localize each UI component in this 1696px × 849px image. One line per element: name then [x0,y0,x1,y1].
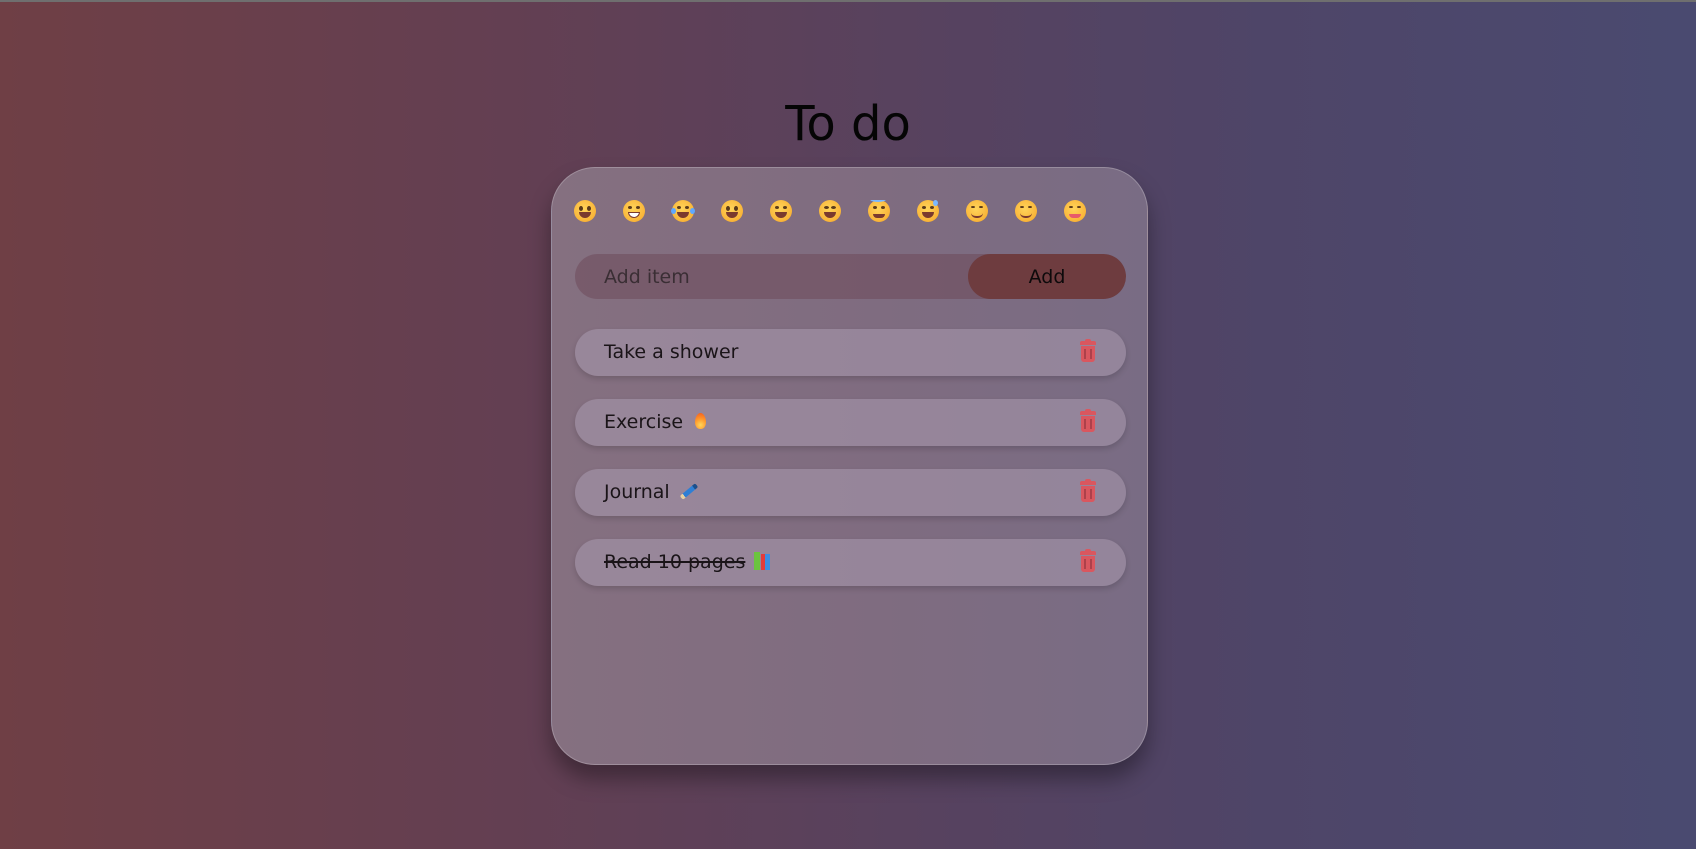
todo-card: Add Take a shower Exercise Journal Read … [551,167,1148,765]
page-title: To do [785,96,911,152]
fire-icon [691,412,709,430]
grinning-face-with-sweat-emoji-icon[interactable] [917,200,939,222]
todo-item[interactable]: Journal [575,469,1126,516]
add-item-input[interactable] [575,254,970,299]
smiling-face-emoji-icon[interactable] [1015,200,1037,222]
todo-item-text: Take a shower [604,341,739,363]
face-savoring-food-emoji-icon[interactable] [1064,200,1086,222]
top-border-line [0,0,1696,2]
todo-item-text: Exercise [604,411,709,434]
add-item-form: Add [575,254,1126,299]
grinning-face-big-eyes-emoji-icon[interactable] [574,200,596,222]
add-button[interactable]: Add [968,254,1126,299]
smiling-face-with-halo-emoji-icon[interactable] [868,200,890,222]
pen-icon [678,482,696,500]
todo-item[interactable]: Exercise [575,399,1126,446]
todo-item-text: Read 10 pages [604,551,771,574]
todo-item-text: Journal [604,481,696,504]
face-with-tears-of-joy-emoji-icon[interactable] [671,200,695,222]
books-icon [753,552,771,570]
trash-icon[interactable] [1080,339,1096,362]
beaming-face-emoji-icon[interactable] [623,200,645,222]
trash-icon[interactable] [1080,479,1096,502]
todo-item-completed[interactable]: Read 10 pages [575,539,1126,586]
squinting-face-emoji-icon[interactable] [819,200,841,222]
grinning-face-smiling-eyes-emoji-icon[interactable] [770,200,792,222]
trash-icon[interactable] [1080,549,1096,572]
grinning-face-emoji-icon[interactable] [721,200,743,222]
trash-icon[interactable] [1080,409,1096,432]
todo-item[interactable]: Take a shower [575,329,1126,376]
emoji-picker-row [574,200,1127,230]
relieved-face-emoji-icon[interactable] [966,200,988,222]
